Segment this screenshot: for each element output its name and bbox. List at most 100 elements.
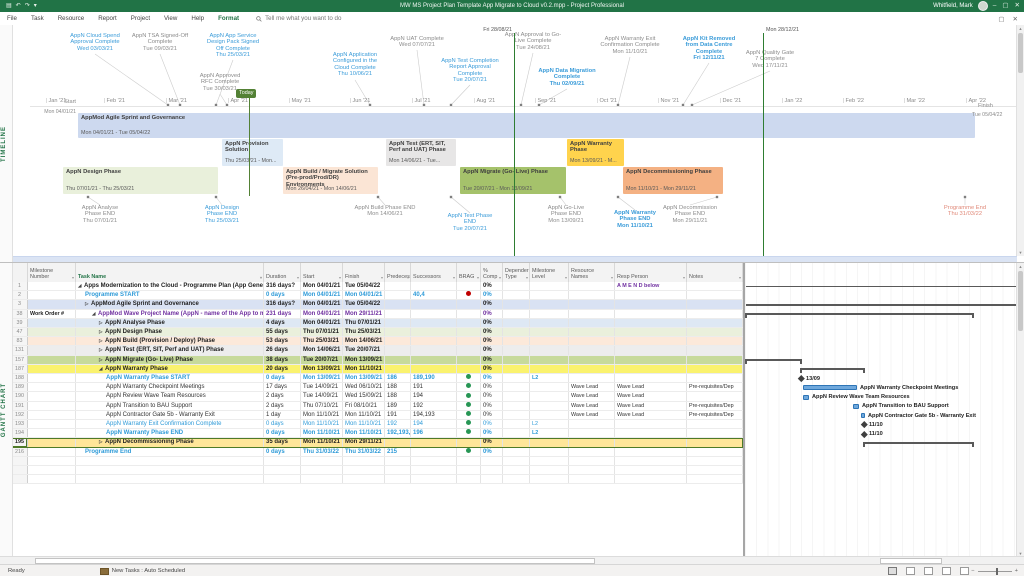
gantt-summary-bar[interactable] xyxy=(746,286,1016,288)
scroll-down-icon[interactable]: ▼ xyxy=(1017,249,1024,256)
timeline-callout[interactable]: AppN Build Phase ENDMon 14/06/21 xyxy=(354,205,416,218)
restore-icon[interactable]: ▢ xyxy=(1002,0,1008,12)
timeline-callout[interactable]: AppN Data Migration CompleteThu 02/09/21 xyxy=(537,68,597,87)
timeline-callout[interactable]: AppN Kit Removed from Data Centre Comple… xyxy=(682,36,736,62)
filter-icon[interactable]: ▾ xyxy=(453,275,455,281)
gantt-summary-bar[interactable] xyxy=(746,313,973,315)
column-header-dur[interactable]: Duration▾ xyxy=(264,263,301,282)
timeline-callout[interactable]: AppN App Service Design Pack Signed Off … xyxy=(205,33,261,59)
timeline-callout[interactable]: AppN Quality Gate 7 CompleteWed 17/11/21 xyxy=(744,50,796,69)
column-header-succ[interactable]: Successors▾ xyxy=(411,263,457,282)
filter-icon[interactable]: ▾ xyxy=(499,275,501,281)
report-view-button[interactable] xyxy=(960,567,969,575)
timeline-bar-5[interactable]: AppN Design PhaseThu 07/01/21 - Thu 25/0… xyxy=(63,167,218,194)
task-usage-view-button[interactable] xyxy=(906,567,915,575)
expand-outline-icon[interactable]: ▷ xyxy=(85,300,91,308)
timeline-callout[interactable]: AppN Analyse Phase ENDThu 07/01/21 xyxy=(73,205,127,224)
table-row[interactable]: 39▷AppN Analyse Phase4 daysMon 04/01/21T… xyxy=(12,319,743,328)
table-row[interactable]: 83▷AppN Build (Provision / Deploy) Phase… xyxy=(12,337,743,346)
timeline-bar-7[interactable]: AppN Migrate (Go- Live) PhaseTue 20/07/2… xyxy=(460,167,566,194)
filter-icon[interactable]: ▾ xyxy=(297,275,299,281)
table-row[interactable]: 3▷AppMod Agile Sprint and Governance316 … xyxy=(12,300,743,309)
column-header-rn[interactable]: Resource Names▾ xyxy=(569,263,615,282)
timeline-callout[interactable]: AppN Cloud Spend Approval CompleteWed 03… xyxy=(68,33,122,52)
column-header-pred[interactable]: Predeces▾ xyxy=(385,263,411,282)
zoom-slider-track[interactable] xyxy=(978,571,1012,572)
gantt-summary-bar[interactable] xyxy=(801,368,864,370)
timeline-bar-2[interactable]: AppN Provision SolutionThu 25/03/21 - Mo… xyxy=(222,139,283,166)
ribbon-tab-report[interactable]: Report xyxy=(91,12,124,25)
table-row[interactable] xyxy=(12,457,743,466)
ribbon-tab-format[interactable]: Format xyxy=(211,12,246,25)
timeline-bar-8[interactable]: AppN Decommissioning PhaseMon 11/10/21 -… xyxy=(623,167,723,194)
restore-icon[interactable]: ▢ xyxy=(998,15,1004,23)
scroll-thumb[interactable] xyxy=(1018,271,1023,331)
gantt-milestone-icon[interactable] xyxy=(861,421,867,427)
tell-me-search[interactable]: Tell me what you want to do xyxy=(256,15,341,22)
table-row[interactable] xyxy=(12,466,743,475)
table-row[interactable]: 157▷AppN Migrate (Go- Live) Phase38 days… xyxy=(12,356,743,365)
resource-sheet-view-button[interactable] xyxy=(942,567,951,575)
save-icon[interactable]: ▤ xyxy=(6,0,12,12)
expand-outline-icon[interactable]: ▷ xyxy=(99,328,105,336)
collapse-outline-icon[interactable]: ◢ xyxy=(92,310,98,318)
table-row[interactable]: 190AppN Review Wave Team Resources2 days… xyxy=(12,392,743,401)
collapse-outline-icon[interactable]: ◢ xyxy=(99,365,105,373)
minimize-icon[interactable]: – xyxy=(993,0,997,12)
gantt-milestone-icon[interactable] xyxy=(861,431,867,437)
timeline-pane-label-strip[interactable]: TIMELINE xyxy=(0,25,13,262)
table-row[interactable]: 216Programme End0 daysThu 31/03/22Thu 31… xyxy=(12,448,743,457)
close-icon[interactable]: ✕ xyxy=(1015,0,1020,12)
scroll-up-icon[interactable]: ▲ xyxy=(1017,25,1024,32)
column-header-rp[interactable]: Resp Person▾ xyxy=(615,263,687,282)
filter-icon[interactable]: ▾ xyxy=(526,275,528,281)
gantt-task-bar[interactable] xyxy=(861,413,865,418)
gantt-pane-label-strip[interactable]: GANTT CHART xyxy=(0,263,13,557)
filter-icon[interactable]: ▾ xyxy=(72,275,74,281)
column-header-task[interactable]: Task Name▾ xyxy=(76,263,264,282)
filter-icon[interactable]: ▾ xyxy=(739,275,741,281)
timeline-callout[interactable]: AppN Go-Live Phase ENDMon 13/09/21 xyxy=(539,205,593,224)
table-row[interactable]: 38Work Order #◢AppMod Wave Project Name … xyxy=(12,310,743,319)
gantt-task-bar[interactable] xyxy=(853,404,859,409)
gantt-summary-bar[interactable] xyxy=(864,442,973,444)
ribbon-tab-task[interactable]: Task xyxy=(24,12,51,25)
collapse-outline-icon[interactable]: ◢ xyxy=(78,282,84,290)
scroll-up-icon[interactable]: ▲ xyxy=(1017,263,1024,270)
column-header-no[interactable]: Notes▾ xyxy=(687,263,743,282)
column-header-gut[interactable] xyxy=(12,263,28,282)
timeline-vertical-scrollbar[interactable]: ▲ ▼ xyxy=(1016,25,1024,256)
ribbon-tab-view[interactable]: View xyxy=(157,12,184,25)
redo-icon[interactable]: ↷ xyxy=(25,0,30,12)
table-row[interactable]: 1◢Apps Modernization to the Cloud - Prog… xyxy=(12,282,743,291)
table-row[interactable]: 189AppN Warranty Checkpoint Meetings17 d… xyxy=(12,383,743,392)
column-header-ms[interactable]: Milestone Number▾ xyxy=(28,263,76,282)
timeline-callout[interactable]: Programme EndThu 31/03/22 xyxy=(940,205,990,218)
table-row[interactable]: 193AppN Warranty Exit Confirmation Compl… xyxy=(12,420,743,429)
table-row[interactable]: 187◢AppN Warranty Phase20 daysMon 13/09/… xyxy=(12,365,743,374)
gantt-chart-view-button[interactable] xyxy=(888,567,897,575)
table-row[interactable]: 2Programme START0 daysMon 04/01/21Mon 04… xyxy=(12,291,743,300)
expand-outline-icon[interactable]: ▷ xyxy=(99,438,105,446)
ribbon-tab-help[interactable]: Help xyxy=(184,12,211,25)
table-row[interactable]: 191AppN Transition to BAU Support2 daysT… xyxy=(12,402,743,411)
timeline-callout[interactable]: AppN Warranty Exit Confirmation Complete… xyxy=(598,36,662,55)
zoom-in-button[interactable]: + xyxy=(1015,568,1018,574)
gantt-vertical-scrollbar[interactable]: ▲ ▼ xyxy=(1016,263,1024,557)
close-icon[interactable]: ✕ xyxy=(1013,15,1018,23)
gantt-summary-bar[interactable] xyxy=(746,359,801,361)
expand-outline-icon[interactable]: ▷ xyxy=(99,346,105,354)
undo-icon[interactable]: ↶ xyxy=(16,0,21,12)
expand-outline-icon[interactable]: ▷ xyxy=(99,356,105,364)
timeline-bar-3[interactable]: AppN Test (ERT, SIT, Perf and UAT) Phase… xyxy=(386,139,456,166)
table-row[interactable]: 188AppN Warranty Phase START0 daysMon 13… xyxy=(12,374,743,383)
timeline-callout[interactable]: AppN Design Phase ENDThu 25/03/21 xyxy=(197,205,247,224)
ribbon-tab-resource[interactable]: Resource xyxy=(51,12,91,25)
table-row[interactable]: 195▷AppN Decommissioning Phase35 daysMon… xyxy=(12,438,743,447)
table-row[interactable]: 47▷AppN Design Phase55 daysThu 07/01/21T… xyxy=(12,328,743,337)
column-header-pct[interactable]: % Comp▾ xyxy=(481,263,503,282)
gantt-task-bar[interactable] xyxy=(803,395,809,400)
filter-icon[interactable]: ▾ xyxy=(260,275,262,281)
timeline-bar-1[interactable]: AppMod Agile Sprint and GovernanceMon 04… xyxy=(78,113,975,138)
scroll-thumb[interactable] xyxy=(1018,33,1023,73)
